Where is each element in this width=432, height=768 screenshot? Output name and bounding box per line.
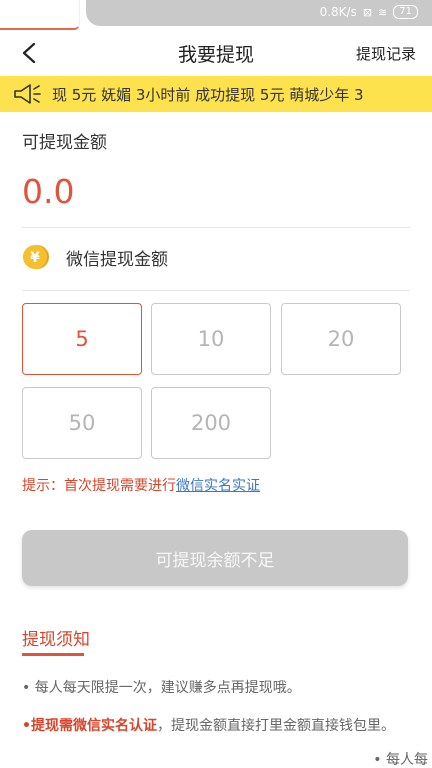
amount-option-10[interactable]: 10 [151,303,271,375]
tip-text: 提示：首次提现需要进行 [22,478,176,494]
notice-item-text: ，提现金额直接打里金额直接钱包里。 [156,718,395,734]
announcement-bar: 现 5元 妩媚 3小时前 成功提现 5元 萌城少年 3 [0,76,432,112]
notice-item: • 每人每天限提一次，建议赚多点再提现哦。 [22,680,301,696]
navigation-bar: 我要提现 提现记录 [0,30,432,76]
amount-option-5[interactable]: 5 [22,303,142,375]
divider [22,290,410,291]
notice-highlight: •提现需微信实名认证 [22,718,157,734]
previous-tab-edge [0,0,80,30]
notice-item: •提现需微信实名认证，提现金额直接打里金额直接钱包里。 [22,715,422,737]
network-speed: 0.8K/s [319,5,357,19]
amount-option-50[interactable]: 50 [22,387,142,459]
wifi-icon: ≋ [378,5,388,19]
sim-icon: ⊠ [362,5,373,19]
withdraw-button[interactable]: 可提现余额不足 [22,530,408,586]
wechat-amount-label: 微信提现金额 [66,249,168,270]
verification-tip: 提示：首次提现需要进行微信实名实证 [22,475,260,495]
megaphone-icon [12,83,42,105]
wechat-verification-link[interactable]: 微信实名实证 [176,478,260,494]
announcement-text: 现 5元 妩媚 3小时前 成功提现 5元 萌城少年 3 [52,86,364,104]
status-bar: 0.8K/s ⊠ ≋ 71 [0,0,432,30]
svg-text:¥: ¥ [30,250,40,266]
notice-title: 提现须知 [22,630,90,650]
amount-option-20[interactable]: 20 [281,303,401,375]
battery-icon: 71 [393,5,418,19]
amount-option-200[interactable]: 200 [151,387,271,459]
withdraw-records-link[interactable]: 提现记录 [356,43,416,64]
floating-notice-text: • 每人每 [371,749,430,768]
notice-title-underline [22,653,84,656]
balance-label: 可提现金额 [22,133,107,153]
yuan-coin-icon: ¥ [23,245,49,269]
status-indicators: 0.8K/s ⊠ ≋ 71 [320,5,418,19]
wechat-withdraw-row: ¥ 微信提现金额 [22,242,168,272]
balance-amount: 0.0 [22,172,75,211]
divider [22,227,410,228]
